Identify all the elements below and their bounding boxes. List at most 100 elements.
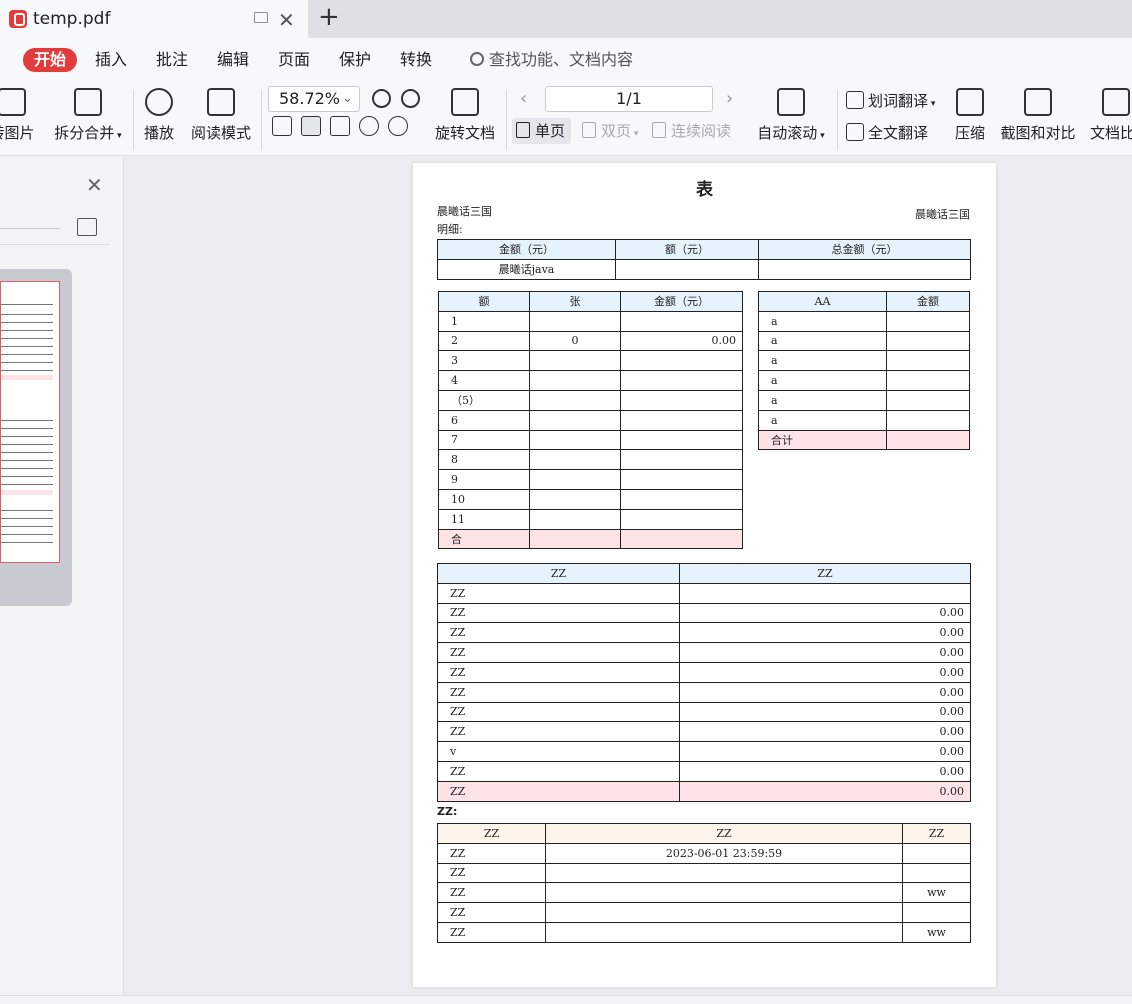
table-cell bbox=[620, 370, 743, 391]
divider bbox=[0, 244, 110, 245]
table-cell: ww bbox=[902, 882, 971, 904]
table-cell: 0.00 bbox=[679, 760, 971, 782]
menu-edit[interactable]: 编辑 bbox=[217, 48, 249, 72]
table-header: ZZ bbox=[902, 823, 971, 844]
full-translate-button[interactable]: 全文翻译 bbox=[846, 122, 928, 143]
pin-icon[interactable] bbox=[254, 12, 268, 23]
continuous-icon bbox=[652, 122, 666, 138]
zoom-select[interactable]: 58.72% ⌄ bbox=[268, 86, 360, 112]
to-image-button[interactable]: 转图片 bbox=[0, 88, 38, 143]
table-row: ZZ 0.00 bbox=[437, 602, 971, 624]
menu-annotate[interactable]: 批注 bbox=[156, 48, 188, 72]
menu-protect[interactable]: 保护 bbox=[339, 48, 371, 72]
thumbnail-frame[interactable] bbox=[0, 269, 72, 606]
zoom-in-icon[interactable] bbox=[401, 89, 420, 108]
read-mode-label: 阅读模式 bbox=[190, 124, 251, 142]
rotate-document-button[interactable]: 旋转文档 bbox=[434, 88, 496, 143]
menu-start[interactable]: 开始 bbox=[23, 48, 78, 72]
table-cell: 0.00 bbox=[679, 681, 971, 703]
word-translate-label: 划词翻译 bbox=[868, 92, 929, 110]
auto-scroll-label: 自动滚动 bbox=[757, 124, 818, 142]
image-icon[interactable] bbox=[77, 218, 97, 236]
table-header: 张 bbox=[529, 291, 621, 312]
table-cell: 11 bbox=[438, 508, 530, 530]
play-button[interactable]: 播放 bbox=[142, 88, 176, 143]
table-cell bbox=[902, 842, 971, 864]
new-tab-icon[interactable]: + bbox=[318, 2, 340, 32]
table-row: ZZ 0.00 bbox=[437, 642, 971, 663]
table-header: 金额 bbox=[886, 291, 970, 312]
word-translate-button[interactable]: 划词翻译 ▾ bbox=[846, 90, 935, 111]
table-cell: 3 bbox=[438, 350, 530, 372]
menu-page[interactable]: 页面 bbox=[278, 48, 310, 72]
denomination-table: 额 张 金额（元） 1 2 0 0.00 3 4 （5） 6 7 8 9 10 11… bbox=[438, 291, 743, 550]
fit-page-icon[interactable] bbox=[301, 116, 321, 136]
single-page-button[interactable]: 单页 bbox=[512, 118, 572, 144]
table-cell: 0.00 bbox=[679, 661, 971, 683]
menu-bar: 开始 插入 批注 编辑 页面 保护 转换 查找功能、文档内容 bbox=[0, 38, 1132, 82]
actual-size-icon[interactable] bbox=[272, 116, 292, 136]
table-row: 10 bbox=[438, 488, 743, 510]
total-row: 合 bbox=[438, 528, 743, 550]
table-cell: a bbox=[758, 350, 887, 372]
fit-width-icon[interactable] bbox=[330, 116, 350, 136]
rotate-right-icon[interactable] bbox=[388, 116, 408, 136]
close-panel-icon[interactable]: ✕ bbox=[86, 173, 103, 197]
menu-insert[interactable]: 插入 bbox=[95, 48, 127, 72]
read-mode-button[interactable]: 阅读模式 bbox=[190, 88, 252, 143]
continuous-label: 连续阅读 bbox=[671, 122, 732, 140]
table-row: a bbox=[758, 389, 970, 411]
table-cell: 0.00 bbox=[679, 721, 971, 743]
status-bar bbox=[0, 995, 1132, 1004]
table-cell: ZZ bbox=[437, 681, 680, 703]
table-cell: ZZ bbox=[437, 902, 546, 923]
compress-button[interactable]: 压缩 bbox=[954, 88, 986, 143]
table-cell: ZZ bbox=[437, 842, 546, 864]
table-cell: ZZ bbox=[437, 582, 680, 604]
document-tab[interactable]: temp.pdf ✕ bbox=[0, 0, 308, 38]
screenshot-compare-button[interactable]: 截图和对比 bbox=[1000, 88, 1076, 143]
table-cell: ZZ bbox=[437, 721, 680, 743]
compress-label: 压缩 bbox=[954, 124, 985, 142]
table-cell bbox=[886, 350, 970, 372]
zoom-out-icon[interactable] bbox=[372, 89, 391, 108]
table-cell: 8 bbox=[438, 449, 530, 471]
rotate-document-icon bbox=[451, 88, 479, 116]
table-cell bbox=[886, 409, 970, 431]
table-row: ZZ 0.00 bbox=[437, 661, 971, 683]
table-cell: a bbox=[758, 409, 887, 431]
double-page-button[interactable]: 双页 ▾ bbox=[578, 118, 644, 144]
prev-page-icon[interactable]: ‹ bbox=[520, 88, 527, 109]
page-number-input[interactable]: 1/1 bbox=[545, 86, 713, 112]
continuous-read-button[interactable]: 连续阅读 bbox=[648, 118, 737, 144]
tab-bar: temp.pdf ✕ + bbox=[0, 0, 1132, 38]
table-header: 金额（元） bbox=[437, 239, 616, 260]
table-cell bbox=[886, 310, 970, 332]
rotate-left-icon[interactable] bbox=[359, 116, 379, 136]
table-cell bbox=[620, 528, 743, 550]
split-merge-button[interactable]: 拆分合并 ▾ bbox=[52, 88, 124, 143]
table-cell: ww bbox=[902, 921, 971, 943]
feature-search[interactable]: 查找功能、文档内容 bbox=[470, 48, 633, 72]
table-header: 金额（元） bbox=[620, 291, 743, 312]
close-tab-icon[interactable]: ✕ bbox=[278, 8, 295, 32]
table-header: ZZ bbox=[679, 563, 971, 584]
table-cell bbox=[620, 469, 743, 490]
table-row: a bbox=[758, 330, 970, 352]
company-left: 晨曦话三国 bbox=[437, 205, 492, 218]
auto-scroll-button[interactable]: 自动滚动 ▾ bbox=[755, 88, 827, 143]
table-cell: 2 bbox=[438, 330, 530, 352]
table-cell bbox=[620, 389, 743, 411]
table-cell: v bbox=[437, 741, 680, 762]
summary-table: 金额（元） 额（元） 总金额（元） 晨曦话java bbox=[437, 239, 971, 280]
table-cell bbox=[545, 862, 903, 884]
table-cell bbox=[529, 389, 621, 411]
tab-title: temp.pdf bbox=[33, 9, 111, 29]
doc-compare-button[interactable]: 文档比 bbox=[1090, 88, 1132, 143]
table-row: a bbox=[758, 350, 970, 372]
table-cell: 7 bbox=[438, 429, 530, 451]
table-row: a bbox=[758, 310, 970, 332]
page-thumbnail[interactable] bbox=[0, 281, 60, 563]
next-page-icon[interactable]: › bbox=[726, 88, 733, 109]
menu-convert[interactable]: 转换 bbox=[400, 48, 432, 72]
